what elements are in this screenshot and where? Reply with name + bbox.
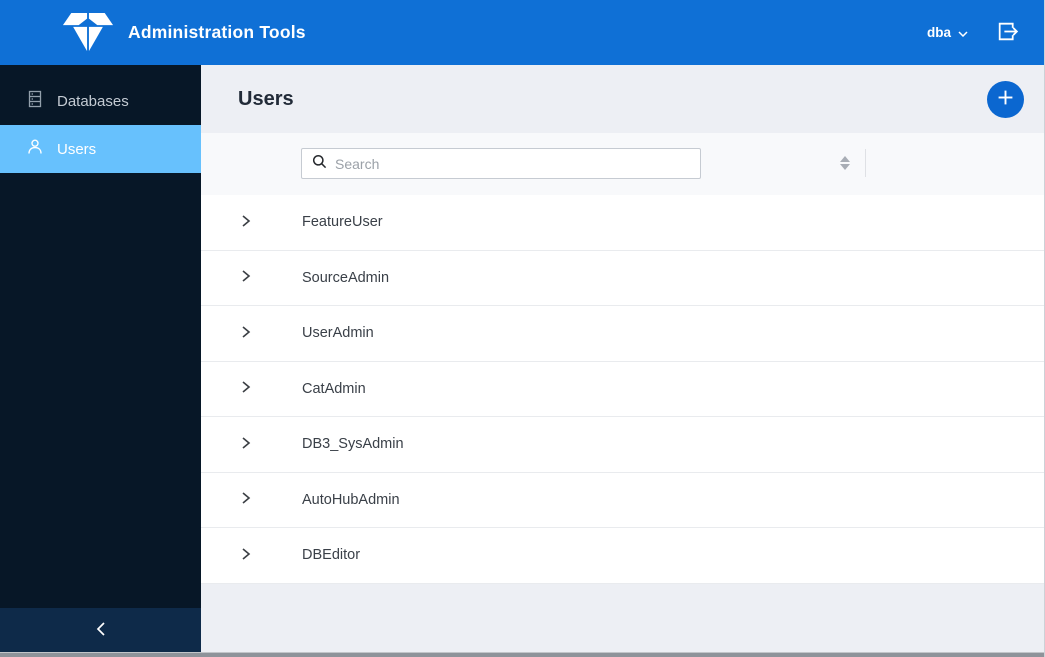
row-expander[interactable] xyxy=(237,270,253,286)
user-row[interactable]: CatAdmin xyxy=(201,361,1044,417)
user-menu[interactable]: dba xyxy=(927,24,968,42)
sidebar: Databases Users xyxy=(0,65,201,652)
toolbar-divider xyxy=(865,149,866,177)
top-bar: Administration Tools dba xyxy=(0,0,1044,65)
sidebar-item-databases[interactable]: Databases xyxy=(0,77,201,125)
user-name: AutoHubAdmin xyxy=(302,491,400,508)
user-row[interactable]: DB3_SysAdmin xyxy=(201,417,1044,473)
search-icon xyxy=(312,154,327,174)
user-menu-label: dba xyxy=(926,25,951,40)
user-name: UserAdmin xyxy=(302,325,374,342)
user-name: DBEditor xyxy=(302,547,361,564)
page-title: Users xyxy=(238,87,294,110)
administration-tools-window: Administration Tools dba Databases Users… xyxy=(0,0,1045,657)
sidebar-item-users[interactable]: Users xyxy=(0,125,201,173)
page-header: Users xyxy=(201,65,1044,133)
logout-button[interactable] xyxy=(995,19,1020,47)
user-list: FeatureUser SourceAdmin UserAdmin CatAdm… xyxy=(201,195,1044,584)
chevron-down-icon xyxy=(958,24,968,42)
row-expander[interactable] xyxy=(237,381,253,397)
chevron-right-icon xyxy=(239,269,252,286)
logout-icon xyxy=(995,19,1020,47)
top-bar-right: dba xyxy=(927,19,1044,47)
list-empty-area xyxy=(201,583,1044,652)
chevron-right-icon xyxy=(239,547,252,564)
user-name: FeatureUser xyxy=(302,214,383,231)
user-name: DB3_SysAdmin xyxy=(302,436,404,453)
list-toolbar xyxy=(201,133,1044,195)
chevron-right-icon xyxy=(239,325,252,342)
plus-icon xyxy=(997,89,1014,109)
user-row[interactable]: AutoHubAdmin xyxy=(201,472,1044,528)
sidebar-item-label: Users xyxy=(57,140,97,158)
row-expander[interactable] xyxy=(237,325,253,341)
chevron-right-icon xyxy=(239,436,252,453)
teradata-logo-icon xyxy=(62,11,114,54)
sidebar-item-label: Databases xyxy=(57,92,129,110)
window-bottom-edge xyxy=(0,652,1044,657)
chevron-right-icon xyxy=(239,380,252,397)
user-row[interactable]: UserAdmin xyxy=(201,306,1044,362)
user-name: SourceAdmin xyxy=(302,269,390,286)
user-row[interactable]: DBEditor xyxy=(201,528,1044,584)
search-box[interactable] xyxy=(301,148,701,179)
chevron-right-icon xyxy=(239,491,252,508)
add-user-button[interactable] xyxy=(987,80,1024,118)
main-content: Users Search FeatureUser SourceAdmin Use… xyxy=(201,65,1044,652)
row-expander[interactable] xyxy=(237,436,253,452)
user-name: CatAdmin xyxy=(302,380,366,397)
sidebar-collapse-button[interactable] xyxy=(0,608,201,652)
chevron-left-icon xyxy=(95,621,107,640)
app-title: Administration Tools xyxy=(128,22,306,42)
row-expander[interactable] xyxy=(237,547,253,563)
row-expander[interactable] xyxy=(237,492,253,508)
row-expander[interactable] xyxy=(237,214,253,230)
sort-icon xyxy=(839,155,851,174)
databases-icon xyxy=(26,90,44,112)
user-row[interactable]: SourceAdmin xyxy=(201,250,1044,306)
search-input[interactable] xyxy=(335,155,690,172)
user-row[interactable]: FeatureUser xyxy=(201,195,1044,251)
users-icon xyxy=(26,138,44,160)
sort-button[interactable] xyxy=(835,151,855,177)
chevron-right-icon xyxy=(239,214,252,231)
brand: Administration Tools xyxy=(0,11,306,54)
